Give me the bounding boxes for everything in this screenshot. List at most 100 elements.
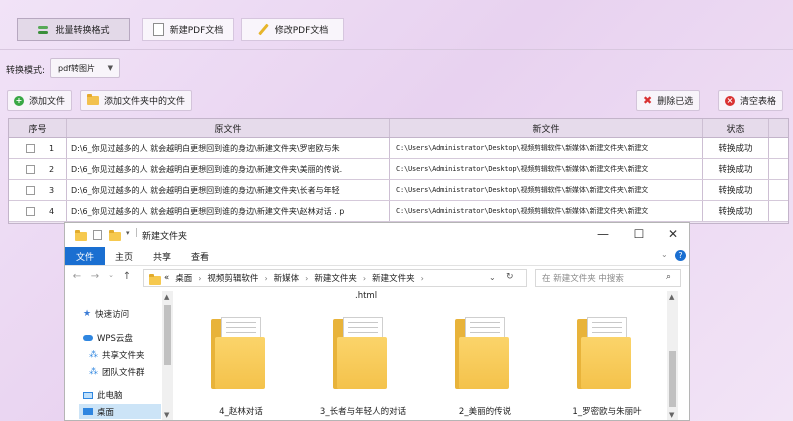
breadcrumb-desktop[interactable]: 桌面 [175,272,192,284]
ribbon-expand-icon[interactable]: ⌄ [661,250,668,259]
refresh-icon[interactable]: ↻ [506,272,514,282]
row-checkbox[interactable] [26,206,35,216]
explorer-titlebar[interactable]: ▾ | 新建文件夹 — ☐ ✕ [65,223,689,247]
folder-label[interactable]: 3_长者与年轻人的对话 [303,405,423,417]
folder-label[interactable]: 2_美丽的传说 [425,405,545,417]
nav-wps-cloud[interactable]: WPS云盘 [83,332,133,344]
nav-scrollbar-thumb[interactable] [164,305,171,365]
content-scrollbar[interactable]: ▲ ▼ [667,291,678,420]
scroll-up-icon[interactable]: ▲ [164,293,169,301]
row-checkbox[interactable] [26,143,35,153]
delete-selected-label: 删除已选 [657,97,694,107]
scroll-down-icon[interactable]: ▼ [669,411,674,419]
minimize-button[interactable]: — [593,227,613,241]
row-checkbox[interactable] [26,164,35,174]
breadcrumb-overflow[interactable]: « [164,273,169,283]
folder-thumbnail-icon[interactable] [455,317,511,389]
row-index: 4 [49,206,55,216]
nav-quick-access[interactable]: ★ 快速访问 [83,308,129,320]
tab-view[interactable]: 查看 [187,247,213,265]
breadcrumb-new-folder-2[interactable]: 新建文件夹 [372,272,415,284]
table-row[interactable]: 1 D:\6_你见过越多的人 就会越明白更想回到谁的身边\新建文件夹\罗密欧与朱… [9,138,788,159]
mode-label: 转换模式: [6,66,46,76]
breadcrumb-new-folder-1[interactable]: 新建文件夹 [314,272,357,284]
tab-edit-pdf[interactable]: 修改PDF文档 [241,18,344,41]
table-row[interactable]: 4 D:\6_你见过越多的人 就会越明白更想回到谁的身边\新建文件夹\赵林对话 … [9,201,788,222]
nav-desktop[interactable]: 桌面 [79,404,161,419]
search-input[interactable]: 在 新建文件夹 中搜索 ⌕ [535,269,681,287]
tab-batch-convert[interactable]: 批量转换格式 [17,18,130,41]
row-status: 转换成功 [703,138,769,158]
pencil-icon [257,24,269,36]
header-index[interactable]: 序号 [9,119,67,137]
row-original: D:\6_你见过越多的人 就会越明白更想回到谁的身边\新建文件夹\赵林对话 . … [67,201,390,221]
tab-new-pdf[interactable]: 新建PDF文档 [142,18,234,41]
add-file-button[interactable]: + 添加文件 [7,90,73,111]
navigation-pane: ★ 快速访问 WPS云盘 ⁂ 共享文件夹 ⁂ 团队文件群 此电脑 桌面 ▲ ▼ [65,291,175,420]
delete-selected-button[interactable]: ✖ 删除已选 [636,90,701,111]
maximize-button[interactable]: ☐ [629,227,649,241]
address-dropdown-icon[interactable]: ⌄ [489,273,496,282]
mode-select-value: pdf转图片 [58,63,95,73]
add-folder-button[interactable]: 添加文件夹中的文件 [80,90,193,111]
row-index: 1 [49,143,55,153]
clear-icon: × [725,95,735,106]
header-new[interactable]: 新文件 [390,119,703,137]
nav-shared-folder[interactable]: ⁂ 共享文件夹 [89,349,145,361]
header-status[interactable]: 状态 [703,119,769,137]
scroll-up-icon[interactable]: ▲ [669,293,674,301]
folder-thumbnail-icon[interactable] [577,317,633,389]
row-new: C:\Users\Administrator\Desktop\视频剪辑软件\新媒… [390,138,703,158]
folder-add-icon [87,94,99,105]
row-spacer [769,159,788,179]
search-icon: ⌕ [666,272,672,282]
up-arrow-icon[interactable]: ↑ [121,271,133,282]
row-checkbox[interactable] [26,185,35,195]
nav-label: 桌面 [97,407,115,418]
file-view: .html 4_赵林对话 3_长者与年轻人的对话 2_美丽的传说 1_罗密欧与朱… [177,291,679,420]
clear-table-button[interactable]: × 清空表格 [718,90,784,111]
recent-dropdown-icon[interactable]: ⌄ [105,271,117,279]
tab-file[interactable]: 文件 [65,247,105,265]
clear-table-label: 清空表格 [740,97,777,107]
forward-arrow-icon[interactable]: → [89,271,101,282]
quick-access-dropdown-icon[interactable]: ▾ [126,229,130,237]
row-original: D:\6_你见过越多的人 就会越明白更想回到谁的身边\新建文件夹\美丽的传说. [67,159,390,179]
mode-select[interactable]: pdf转图片 ▼ [50,58,120,78]
table-row[interactable]: 2 D:\6_你见过越多的人 就会越明白更想回到谁的身边\新建文件夹\美丽的传说… [9,159,788,180]
content-scrollbar-thumb[interactable] [669,351,676,407]
breadcrumb-new-media[interactable]: 新媒体 [274,272,300,284]
header-original[interactable]: 原文件 [67,119,390,137]
back-arrow-icon[interactable]: ← [71,271,83,282]
folder-label[interactable]: 4_赵林对话 [181,405,301,417]
document-icon [152,23,164,36]
row-original: D:\6_你见过越多的人 就会越明白更想回到谁的身边\新建文件夹\罗密欧与朱 [67,138,390,158]
row-index-cell: 2 [9,159,67,179]
folder-label[interactable]: 1_罗密欧与朱丽叶 [547,405,667,417]
address-row: ← → ⌄ ↑ « 桌面 › 视频剪辑软件 › 新媒体 › 新建文件夹 › 新建… [65,267,689,289]
cloud-icon [83,335,93,341]
close-button[interactable]: ✕ [663,227,683,241]
tab-home[interactable]: 主页 [111,247,137,265]
nav-scrollbar[interactable]: ▲ ▼ [162,291,173,420]
properties-icon[interactable] [93,230,102,240]
folder-thumbnail-icon[interactable] [211,317,267,389]
help-icon[interactable]: ? [675,250,686,261]
nav-label: 快速访问 [95,310,130,320]
row-index-cell: 3 [9,180,67,200]
row-index: 3 [49,185,55,195]
partial-file-label[interactable]: .html [355,291,377,301]
row-status: 转换成功 [703,201,769,221]
scroll-down-icon[interactable]: ▼ [164,411,169,419]
address-bar[interactable]: « 桌面 › 视频剪辑软件 › 新媒体 › 新建文件夹 › 新建文件夹 › ⌄ … [143,269,527,287]
table-row[interactable]: 3 D:\6_你见过越多的人 就会越明白更想回到谁的身边\新建文件夹\长者与年轻… [9,180,788,201]
nav-team-files[interactable]: ⁂ 团队文件群 [89,366,145,378]
folder-thumbnail-icon[interactable] [333,317,389,389]
explorer-window: ▾ | 新建文件夹 — ☐ ✕ 文件 主页 共享 查看 ⌄ ? ← → ⌄ ↑ … [64,222,690,421]
new-folder-icon[interactable] [109,230,121,241]
nav-this-pc[interactable]: 此电脑 [83,389,123,401]
tab-share[interactable]: 共享 [149,247,175,265]
breadcrumb-video-software[interactable]: 视频剪辑软件 [207,272,258,284]
row-new: C:\Users\Administrator\Desktop\视频剪辑软件\新媒… [390,180,703,200]
title-separator: | [135,228,139,238]
